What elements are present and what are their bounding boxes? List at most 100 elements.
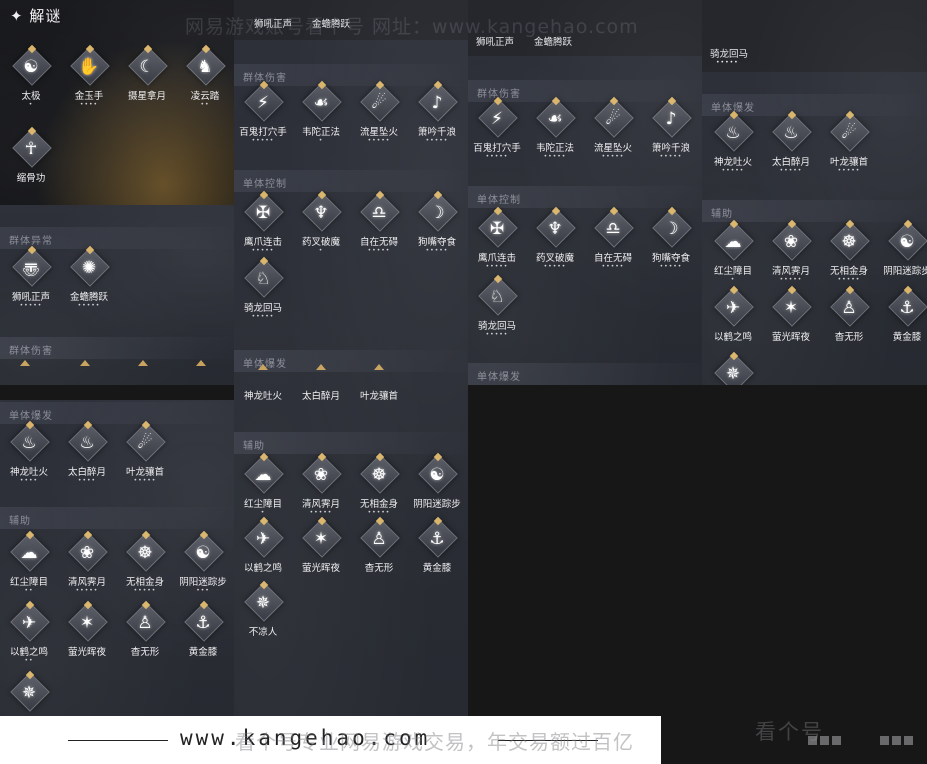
skill-name: 无相金身 (359, 499, 398, 510)
skill-icon: ⚓ (195, 613, 211, 633)
skill-slot[interactable]: ☯ 阴阳迷踪步 (412, 454, 468, 518)
skill-level-dots: • (730, 276, 736, 283)
skill-name: 太白醉月 (67, 467, 106, 478)
skill-slot[interactable]: ❀ 清风霁月 ••••• (296, 454, 354, 518)
skill-slot[interactable]: ✺ 金蟾腾跃 ••••• (64, 247, 122, 311)
skill-slot[interactable]: ♙ 杳无形 (824, 287, 882, 351)
skill-icon: ✵ (255, 593, 271, 613)
skill-slot[interactable]: ♎ 自在无碍 ••••• (354, 192, 412, 256)
skill-slot[interactable]: ☁ 红尘障目 • (708, 221, 766, 285)
skill-name: 骑龙回马 (477, 321, 516, 332)
skill-slot[interactable]: ♨ 神龙吐火 •••• (4, 422, 62, 486)
skill-icon: ☯ (899, 232, 915, 252)
skill-slot[interactable]: ✵ (708, 353, 766, 385)
skill-name: 韦陀正法 (301, 127, 340, 138)
skill-level-dots: ••••• (425, 247, 449, 254)
skill-slot[interactable]: 太白醉月 (296, 356, 354, 416)
skill-icon: ✶ (313, 529, 329, 549)
skill-name: 以鹤之鸣 (243, 563, 282, 574)
skill-icon: ☸ (137, 543, 153, 563)
skill-level-dots: ••••• (251, 137, 275, 144)
skill-icon: ♙ (137, 613, 153, 633)
skill-slot[interactable]: ♘ 骑龙回马 ••••• (238, 258, 296, 322)
skill-slot[interactable]: ✈ 以鹤之鸣 •• (4, 602, 62, 666)
skill-name: 叶龙骧首 (829, 157, 868, 168)
skill-slot[interactable]: ✈ 以鹤之鸣 (238, 518, 296, 582)
skill-icon: ☥ (24, 139, 38, 159)
skill-slot[interactable]: ⚡ 百鬼打穴手 ••••• (238, 82, 296, 146)
skill-slot[interactable]: ☯ 太极 • (6, 46, 64, 110)
skill-slot[interactable]: ✵ 不凉人 (238, 582, 296, 646)
skill-level-dots: • (260, 509, 266, 516)
skill-slot[interactable]: ☥ 缩骨功 (6, 128, 64, 192)
skill-slot[interactable]: ☄ 流星坠火 ••••• (354, 82, 412, 146)
skill-slot[interactable]: ☄ 流星坠火 ••••• (588, 98, 646, 162)
skill-slot[interactable]: ☄ 叶龙骧首 ••••• (120, 422, 178, 486)
skill-slot[interactable]: ♞ 凌云踏 •• (180, 46, 234, 110)
skill-icon: ⚡ (257, 93, 269, 113)
skill-slot[interactable]: ✠ 鹰爪连击 ••••• (472, 208, 530, 272)
skill-icon: ♨ (725, 123, 741, 143)
skill-slot[interactable]: ♘ 骑龙回马 ••••• (472, 276, 530, 340)
skill-slot[interactable]: ♪ 箫吟千浪 ••••• (646, 98, 702, 162)
skill-slot[interactable]: 叶龙骧首 (354, 356, 412, 416)
skill-slot[interactable]: ☙ 韦陀正法 • (296, 82, 354, 146)
skill-level-dots: •• (24, 657, 34, 664)
skill-name: 流星坠火 (359, 127, 398, 138)
skill-icon: ☯ (429, 465, 445, 485)
skill-slot[interactable]: ✶ 萤光晖夜 (296, 518, 354, 582)
section-header (0, 507, 234, 529)
skill-slot[interactable]: ☸ 无相金身 ••••• (824, 221, 882, 285)
skill-name: 百鬼打穴手 (239, 127, 287, 138)
skill-slot[interactable]: ☙ 韦陀正法 ••••• (530, 98, 588, 162)
skill-icon: ♙ (371, 529, 387, 549)
skill-slot[interactable]: ✵ (4, 672, 62, 716)
skill-slot[interactable]: ♨ 太白醉月 ••••• (766, 112, 824, 176)
skill-slot[interactable]: ☸ 无相金身 ••••• (120, 532, 178, 596)
skill-slot[interactable]: ♆ 药叉破魔 ••••• (530, 208, 588, 272)
mosaic (880, 736, 889, 745)
skill-level-dots: • (28, 101, 34, 108)
skill-slot[interactable]: ⚡ 百鬼打穴手 ••••• (472, 98, 530, 162)
skill-level-dots: ••••• (485, 331, 509, 338)
skill-slot[interactable]: ☾ 摄星拿月 (122, 46, 180, 110)
banner-tagline: 看个号专业网易游戏交易，年交易额过百亿 (235, 730, 634, 754)
skill-icon: ☄ (841, 123, 857, 143)
skill-slot[interactable]: ✶ 萤光晖夜 (766, 287, 824, 351)
skill-name: 狗嘴夺食 (417, 237, 456, 248)
skill-slot[interactable]: ☄ 叶龙骧首 ••••• (824, 112, 882, 176)
skill-slot[interactable]: ☽ 狗嘴夺食 ••••• (412, 192, 468, 256)
skill-slot[interactable]: ♨ 太白醉月 •••• (62, 422, 120, 486)
skill-slot[interactable]: ♨ 神龙吐火 ••••• (708, 112, 766, 176)
skill-slot[interactable]: ☁ 红尘障目 • (238, 454, 296, 518)
skill-slot[interactable]: ♙ 杳无形 (120, 602, 178, 666)
skill-slot[interactable]: ⚓ 黄金膝 (412, 518, 468, 582)
skill-slot[interactable]: ♪ 箫吟千浪 ••••• (412, 82, 468, 146)
skill-slot[interactable]: 〠狮吼正声 ••••• (6, 247, 64, 311)
skill-level-dots: •••• (79, 101, 99, 108)
skill-slot[interactable]: ❀ 清风霁月 ••••• (62, 532, 120, 596)
skill-slot[interactable]: ⚓ 黄金膝 (178, 602, 234, 666)
skill-slot[interactable]: ✋ 金玉手 •••• (64, 46, 122, 110)
skill-level-dots: ••••• (485, 263, 509, 270)
skill-slot[interactable]: ✈ 以鹤之鸣 (708, 287, 766, 351)
skill-slot[interactable]: ☸ 无相金身 ••••• (354, 454, 412, 518)
skill-slot[interactable]: ♆ 药叉破魔 • (296, 192, 354, 256)
section-title: 单体爆发 (477, 372, 521, 383)
skill-slot[interactable]: ⚓ 黄金膝 (882, 287, 927, 351)
skill-icon: ✈ (255, 529, 271, 549)
skill-slot[interactable]: ❀ 清风霁月 ••••• (766, 221, 824, 285)
skill-slot[interactable]: ☁ 红尘障目 •• (4, 532, 62, 596)
skill-slot[interactable]: 神龙吐火 (238, 356, 296, 416)
skill-icon: ⚓ (429, 529, 445, 549)
skill-slot[interactable]: ☯ 阴阳迷踪步 (882, 221, 927, 285)
skill-slot[interactable]: ☽ 狗嘴夺食 ••••• (646, 208, 702, 272)
mosaic (892, 736, 901, 745)
skill-icon: ✋ (78, 57, 100, 77)
skill-slot[interactable]: ♙ 杳无形 (354, 518, 412, 582)
skill-slot[interactable]: ☯ 阴阳迷踪步 ••• (178, 532, 234, 596)
skill-slot[interactable]: ♎ 自在无碍 ••••• (588, 208, 646, 272)
mosaic (904, 736, 913, 745)
skill-slot[interactable]: ✶ 萤光晖夜 (62, 602, 120, 666)
skill-slot[interactable]: ✠ 鹰爪连击 ••••• (238, 192, 296, 256)
